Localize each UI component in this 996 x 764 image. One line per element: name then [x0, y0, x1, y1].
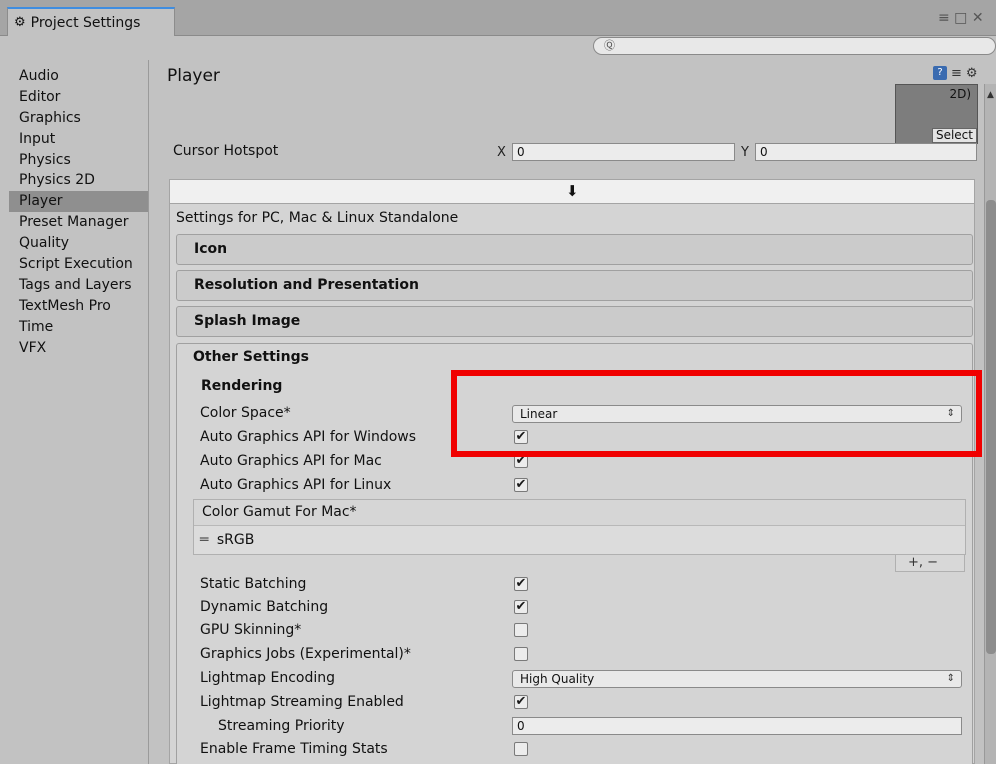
sidebar-item-preset-manager[interactable]: Preset Manager — [9, 212, 148, 233]
thumbnail-label: 2D) — [949, 87, 971, 101]
lightmap-streaming-label: Lightmap Streaming Enabled — [200, 694, 404, 710]
graphics-jobs-label: Graphics Jobs (Experimental)* — [200, 646, 411, 662]
list-item[interactable]: ═ sRGB — [194, 527, 965, 554]
dynamic-batching-label: Dynamic Batching — [200, 599, 329, 615]
sidebar-item-vfx[interactable]: VFX — [9, 338, 148, 359]
list-add-remove-buttons[interactable]: +, − — [895, 555, 965, 572]
sidebar-item-editor[interactable]: Editor — [9, 87, 148, 108]
sidebar-item-textmesh-pro[interactable]: TextMesh Pro — [9, 296, 148, 317]
window-controls[interactable]: ≡ □ ✕ — [938, 10, 984, 26]
platform-tab-bar: ⬇ — [169, 179, 975, 204]
lightmap-encoding-dropdown[interactable]: High Quality ⇕ — [512, 670, 962, 688]
header-icons: ? ≡ ⚙ — [933, 66, 978, 81]
window-titlebar: ⚙ Project Settings ≡ □ ✕ — [0, 0, 996, 36]
color-gamut-list: Color Gamut For Mac* ═ sRGB — [193, 499, 966, 555]
settings-for-label: Settings for PC, Mac & Linux Standalone — [176, 210, 459, 226]
gpu-skinning-label: GPU Skinning* — [200, 622, 302, 638]
cursor-texture-thumbnail[interactable]: 2D) Select — [895, 84, 978, 144]
dropdown-arrow-icon: ⇕ — [946, 673, 955, 684]
vertical-scrollbar[interactable]: ▲ — [984, 84, 996, 764]
auto-graphics-windows-label: Auto Graphics API for Windows — [200, 429, 417, 445]
help-icon[interactable]: ? — [933, 66, 947, 80]
frame-timing-checkbox[interactable] — [514, 742, 528, 756]
sidebar-item-tags-and-layers[interactable]: Tags and Layers — [9, 275, 148, 296]
dynamic-batching-checkbox[interactable]: ✔ — [514, 600, 528, 614]
color-space-label: Color Space* — [200, 405, 291, 421]
sidebar-item-input[interactable]: Input — [9, 129, 148, 150]
search-bar: Ⓠ — [0, 36, 996, 58]
layout-icon[interactable]: ≡ — [951, 66, 962, 81]
sidebar-item-physics[interactable]: Physics — [9, 150, 148, 171]
gamut-item-label: sRGB — [216, 532, 255, 548]
sidebar-item-audio[interactable]: Audio — [9, 66, 148, 87]
auto-graphics-linux-checkbox[interactable]: ✔ — [514, 478, 528, 492]
hotspot-x-field[interactable]: 0 — [512, 143, 735, 161]
sidebar-item-player[interactable]: Player — [9, 191, 148, 213]
streaming-priority-label: Streaming Priority — [218, 718, 345, 734]
scrollbar-thumb[interactable] — [986, 200, 996, 654]
tab-label: Project Settings — [30, 14, 141, 31]
lightmap-encoding-label: Lightmap Encoding — [200, 670, 336, 686]
static-batching-label: Static Batching — [200, 576, 307, 592]
lightmap-encoding-value: High Quality — [520, 672, 595, 686]
highlight-annotation — [451, 370, 982, 457]
page-title: Player — [167, 66, 220, 86]
sidebar-item-physics-2d[interactable]: Physics 2D — [9, 170, 148, 191]
rendering-header: Rendering — [201, 378, 283, 394]
tab-project-settings[interactable]: ⚙ Project Settings — [7, 7, 175, 36]
search-icon: Ⓠ — [604, 39, 615, 52]
streaming-priority-field[interactable]: 0 — [512, 717, 962, 735]
sidebar-item-graphics[interactable]: Graphics — [9, 108, 148, 129]
settings-sidebar: Audio Editor Graphics Input Physics Phys… — [9, 60, 149, 764]
search-input[interactable]: Ⓠ — [593, 37, 996, 55]
graphics-jobs-checkbox[interactable] — [514, 647, 528, 661]
sidebar-item-time[interactable]: Time — [9, 317, 148, 338]
auto-graphics-mac-label: Auto Graphics API for Mac — [200, 453, 382, 469]
auto-graphics-linux-label: Auto Graphics API for Linux — [200, 477, 392, 493]
hotspot-x-label: X — [497, 145, 506, 160]
static-batching-checkbox[interactable]: ✔ — [514, 577, 528, 591]
scroll-up-icon[interactable]: ▲ — [987, 90, 994, 100]
section-resolution-and-presentation[interactable]: Resolution and Presentation — [176, 270, 973, 301]
section-icon[interactable]: Icon — [176, 234, 973, 265]
hotspot-y-field[interactable]: 0 — [755, 143, 977, 161]
section-splash-image[interactable]: Splash Image — [176, 306, 973, 337]
sidebar-item-script-execution[interactable]: Script Execution — [9, 254, 148, 275]
gear-icon: ⚙ — [14, 15, 26, 30]
other-settings-header[interactable]: Other Settings — [193, 349, 309, 365]
cursor-hotspot-label: Cursor Hotspot — [173, 143, 279, 159]
download-icon[interactable]: ⬇ — [566, 182, 579, 200]
frame-timing-label: Enable Frame Timing Stats — [200, 741, 388, 757]
gpu-skinning-checkbox[interactable] — [514, 623, 528, 637]
color-gamut-header: Color Gamut For Mac* — [194, 500, 965, 526]
gear-icon[interactable]: ⚙ — [966, 66, 978, 81]
sidebar-item-quality[interactable]: Quality — [9, 233, 148, 254]
select-button[interactable]: Select — [931, 128, 977, 143]
hotspot-y-label: Y — [741, 145, 749, 160]
lightmap-streaming-checkbox[interactable]: ✔ — [514, 695, 528, 709]
drag-handle-icon[interactable]: ═ — [200, 532, 208, 548]
